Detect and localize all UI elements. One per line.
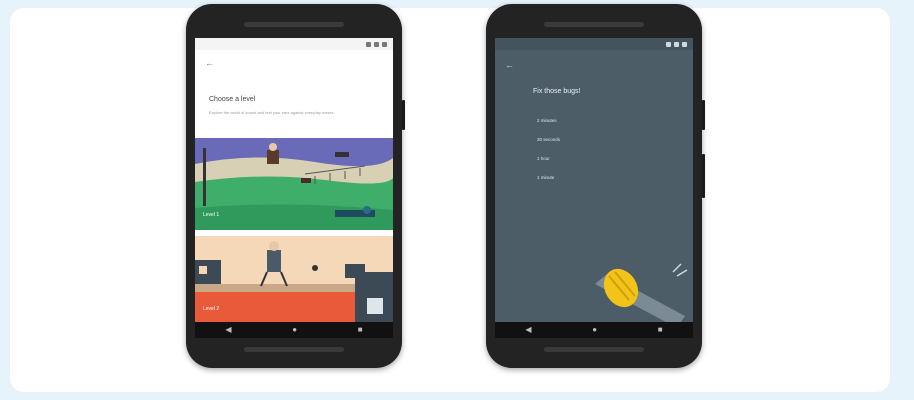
power-button bbox=[402, 100, 405, 130]
phone-speaker bbox=[244, 22, 344, 27]
android-nav-bar: ◀ ● ■ bbox=[195, 322, 393, 338]
nav-home-icon[interactable]: ● bbox=[592, 326, 597, 334]
phone-speaker bbox=[244, 347, 344, 352]
volume-button bbox=[702, 154, 705, 198]
level-card-2[interactable]: Level 2 bbox=[195, 236, 393, 322]
battery-icon bbox=[682, 41, 687, 47]
quiz-screen: ← Fix those bugs! 2 minutes 30 seconds 1… bbox=[495, 38, 693, 338]
level-label: Level 1 bbox=[203, 212, 220, 218]
street-illustration bbox=[195, 236, 393, 322]
wifi-icon bbox=[366, 41, 371, 47]
phone-left: ← Choose a level Explore the world of so… bbox=[186, 4, 405, 368]
question-title: Fix those bugs! bbox=[533, 88, 581, 95]
battery-icon bbox=[382, 41, 387, 47]
signal-icon bbox=[674, 41, 679, 47]
phone-speaker bbox=[544, 22, 644, 27]
android-nav-bar: ◀ ● ■ bbox=[495, 322, 693, 338]
level-label: Level 2 bbox=[203, 306, 220, 312]
nav-back-icon[interactable]: ◀ bbox=[525, 326, 531, 334]
nav-home-icon[interactable]: ● bbox=[292, 326, 297, 334]
answer-option[interactable]: 2 minutes bbox=[537, 118, 560, 137]
power-button bbox=[702, 100, 705, 130]
wifi-icon bbox=[666, 41, 671, 47]
phone-speaker bbox=[544, 347, 644, 352]
status-bar bbox=[195, 38, 393, 50]
content-card bbox=[10, 8, 890, 392]
level-card-1[interactable]: Level 1 bbox=[195, 138, 393, 230]
status-bar bbox=[495, 38, 693, 50]
back-arrow-icon[interactable]: ← bbox=[505, 60, 514, 70]
answer-option[interactable]: 1 minute bbox=[537, 175, 560, 194]
page-title: Choose a level bbox=[209, 96, 256, 103]
phone-right: ← Fix those bugs! 2 minutes 30 seconds 1… bbox=[486, 4, 705, 368]
page-description: Explore the world of sound and test your… bbox=[209, 110, 335, 115]
signal-icon bbox=[374, 41, 379, 47]
answer-option[interactable]: 1 hour bbox=[537, 156, 560, 175]
nav-recents-icon[interactable]: ■ bbox=[358, 326, 363, 334]
nav-back-icon[interactable]: ◀ bbox=[225, 326, 231, 334]
nav-recents-icon[interactable]: ■ bbox=[658, 326, 663, 334]
answer-list: 2 minutes 30 seconds 1 hour 1 minute bbox=[537, 118, 560, 194]
landscape-illustration bbox=[195, 138, 393, 230]
answer-option[interactable]: 30 seconds bbox=[537, 137, 560, 156]
back-arrow-icon[interactable]: ← bbox=[205, 58, 214, 68]
level-select-screen: ← Choose a level Explore the world of so… bbox=[195, 38, 393, 338]
